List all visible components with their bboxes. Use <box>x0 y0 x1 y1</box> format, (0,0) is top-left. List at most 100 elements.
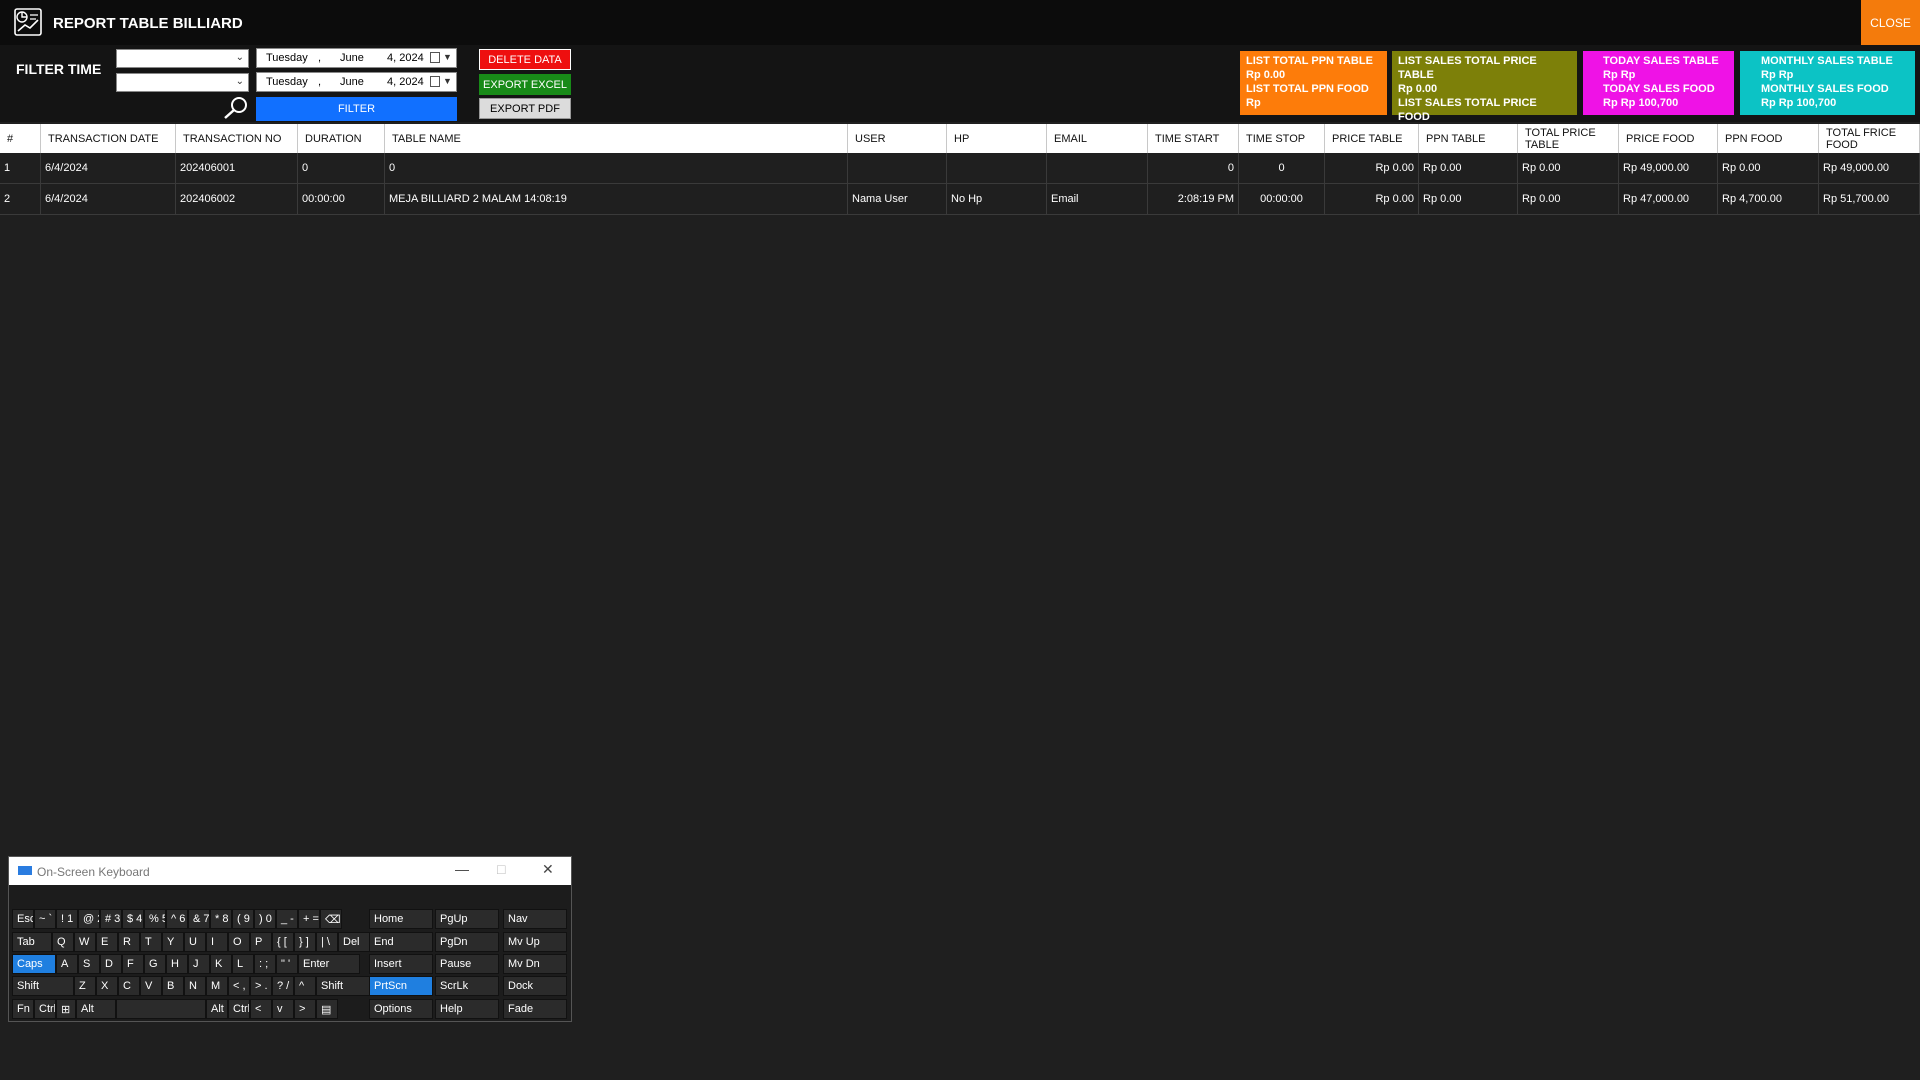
keyboard-key[interactable]: $ 4 <box>122 909 144 929</box>
keyboard-key[interactable]: W <box>74 932 96 952</box>
keyboard-key[interactable]: N <box>184 976 206 996</box>
keyboard-key[interactable]: > <box>294 999 316 1019</box>
keyboard-key[interactable]: O <box>228 932 250 952</box>
keyboard-key[interactable]: | \ <box>316 932 338 952</box>
keyboard-key[interactable]: P <box>250 932 272 952</box>
keyboard-key[interactable]: Ctrl <box>34 999 56 1019</box>
keyboard-key[interactable]: ^ 6 <box>166 909 188 929</box>
keyboard-key[interactable]: Mv Dn <box>503 954 567 974</box>
keyboard-key[interactable]: L <box>232 954 254 974</box>
keyboard-key[interactable]: A <box>56 954 78 974</box>
keyboard-key[interactable]: < <box>250 999 272 1019</box>
keyboard-key[interactable]: " ' <box>276 954 298 974</box>
keyboard-key[interactable]: T <box>140 932 162 952</box>
keyboard-key[interactable]: ScrLk <box>435 976 499 996</box>
keyboard-key[interactable]: V <box>140 976 162 996</box>
keyboard-key[interactable]: ^ <box>294 976 316 996</box>
keyboard-key[interactable]: + = <box>298 909 320 929</box>
filter-combo-2[interactable]: ⌄ <box>116 73 249 92</box>
date-to-picker[interactable]: Tuesday , June 4, 2024 ▼ <box>256 72 457 92</box>
keyboard-key[interactable]: C <box>118 976 140 996</box>
column-header[interactable]: TRANSACTION DATE <box>41 124 176 153</box>
filter-button[interactable]: FILTER <box>256 97 457 121</box>
calendar-icon[interactable] <box>430 76 440 87</box>
delete-data-button[interactable]: DELETE DATA <box>479 49 571 70</box>
keyboard-key[interactable]: _ - <box>276 909 298 929</box>
column-header[interactable]: TOTAL PRICE TABLE <box>1518 124 1619 153</box>
keyboard-key[interactable]: Shift <box>12 976 74 996</box>
keyboard-key[interactable]: { [ <box>272 932 294 952</box>
column-header[interactable]: PPN FOOD <box>1718 124 1819 153</box>
keyboard-key[interactable]: * 8 <box>210 909 232 929</box>
column-header[interactable]: TOTAL FRICE FOOD <box>1819 124 1920 153</box>
keyboard-key[interactable]: Nav <box>503 909 567 929</box>
export-pdf-button[interactable]: EXPORT PDF <box>479 98 571 119</box>
column-header[interactable]: HP <box>947 124 1047 153</box>
search-icon[interactable] <box>222 95 250 121</box>
filter-combo-1[interactable]: ⌄ <box>116 49 249 68</box>
keyboard-key[interactable]: ! 1 <box>56 909 78 929</box>
keyboard-key[interactable]: R <box>118 932 140 952</box>
keyboard-key[interactable]: > . <box>250 976 272 996</box>
keyboard-key[interactable]: PgUp <box>435 909 499 929</box>
keyboard-key[interactable]: ▤ <box>316 999 338 1019</box>
keyboard-key[interactable]: Help <box>435 999 499 1019</box>
keyboard-key[interactable]: Home <box>369 909 433 929</box>
keyboard-key[interactable]: Z <box>74 976 96 996</box>
keyboard-key[interactable]: Esc <box>12 909 34 929</box>
maximize-icon[interactable]: □ <box>497 861 505 877</box>
keyboard-key[interactable]: E <box>96 932 118 952</box>
keyboard-key[interactable]: Alt <box>76 999 116 1019</box>
keyboard-key[interactable]: U <box>184 932 206 952</box>
keyboard-key[interactable]: F <box>122 954 144 974</box>
keyboard-key[interactable]: PgDn <box>435 932 499 952</box>
keyboard-key[interactable]: Mv Up <box>503 932 567 952</box>
keyboard-key[interactable]: ⌫ <box>320 909 342 929</box>
keyboard-key[interactable]: ~ ` <box>34 909 56 929</box>
keyboard-key[interactable]: # 3 <box>100 909 122 929</box>
keyboard-key[interactable] <box>116 999 206 1019</box>
keyboard-key[interactable]: : ; <box>254 954 276 974</box>
keyboard-key[interactable]: ? / <box>272 976 294 996</box>
keyboard-key[interactable]: Insert <box>369 954 433 974</box>
keyboard-key[interactable]: ( 9 <box>232 909 254 929</box>
keyboard-key[interactable]: M <box>206 976 228 996</box>
keyboard-key[interactable]: Tab <box>12 932 52 952</box>
keyboard-key[interactable]: < , <box>228 976 250 996</box>
column-header[interactable]: DURATION <box>298 124 385 153</box>
keyboard-key[interactable]: D <box>100 954 122 974</box>
keyboard-key[interactable]: Alt <box>206 999 228 1019</box>
keyboard-key[interactable]: Pause <box>435 954 499 974</box>
keyboard-key[interactable]: Q <box>52 932 74 952</box>
table-row[interactable]: 2 6/4/2024 202406002 00:00:00 MEJA BILLIARD … <box>0 184 1920 215</box>
keyboard-key[interactable]: End <box>369 932 433 952</box>
keyboard-key[interactable]: Caps <box>12 954 56 974</box>
keyboard-key[interactable]: v <box>272 999 294 1019</box>
keyboard-key[interactable]: G <box>144 954 166 974</box>
keyboard-key[interactable]: Fade <box>503 999 567 1019</box>
column-header[interactable]: TRANSACTION NO <box>176 124 298 153</box>
minimize-icon[interactable]: — <box>455 861 469 877</box>
keyboard-key[interactable]: Y <box>162 932 184 952</box>
keyboard-key[interactable]: Enter <box>298 954 360 974</box>
keyboard-key[interactable]: ) 0 <box>254 909 276 929</box>
date-from-picker[interactable]: Tuesday , June 4, 2024 ▼ <box>256 48 457 68</box>
export-excel-button[interactable]: EXPORT EXCEL <box>479 74 571 95</box>
close-button[interactable]: CLOSE <box>1861 0 1920 45</box>
column-header[interactable]: PRICE FOOD <box>1619 124 1718 153</box>
column-header[interactable]: EMAIL <box>1047 124 1148 153</box>
table-row[interactable]: 1 6/4/2024 202406001 0 0 0 0 Rp 0.00 Rp 0.00 Rp 0… <box>0 153 1920 184</box>
column-header[interactable]: TIME START <box>1148 124 1239 153</box>
column-header[interactable]: PRICE TABLE <box>1325 124 1419 153</box>
chevron-down-icon[interactable]: ▼ <box>443 76 452 86</box>
keyboard-key[interactable]: S <box>78 954 100 974</box>
column-header[interactable]: USER <box>848 124 947 153</box>
keyboard-key[interactable]: % 5 <box>144 909 166 929</box>
column-header[interactable]: TIME STOP <box>1239 124 1325 153</box>
keyboard-key[interactable]: H <box>166 954 188 974</box>
keyboard-key[interactable]: } ] <box>294 932 316 952</box>
keyboard-key[interactable]: J <box>188 954 210 974</box>
calendar-icon[interactable] <box>430 52 440 63</box>
keyboard-key[interactable]: X <box>96 976 118 996</box>
keyboard-key[interactable]: @ 2 <box>78 909 100 929</box>
